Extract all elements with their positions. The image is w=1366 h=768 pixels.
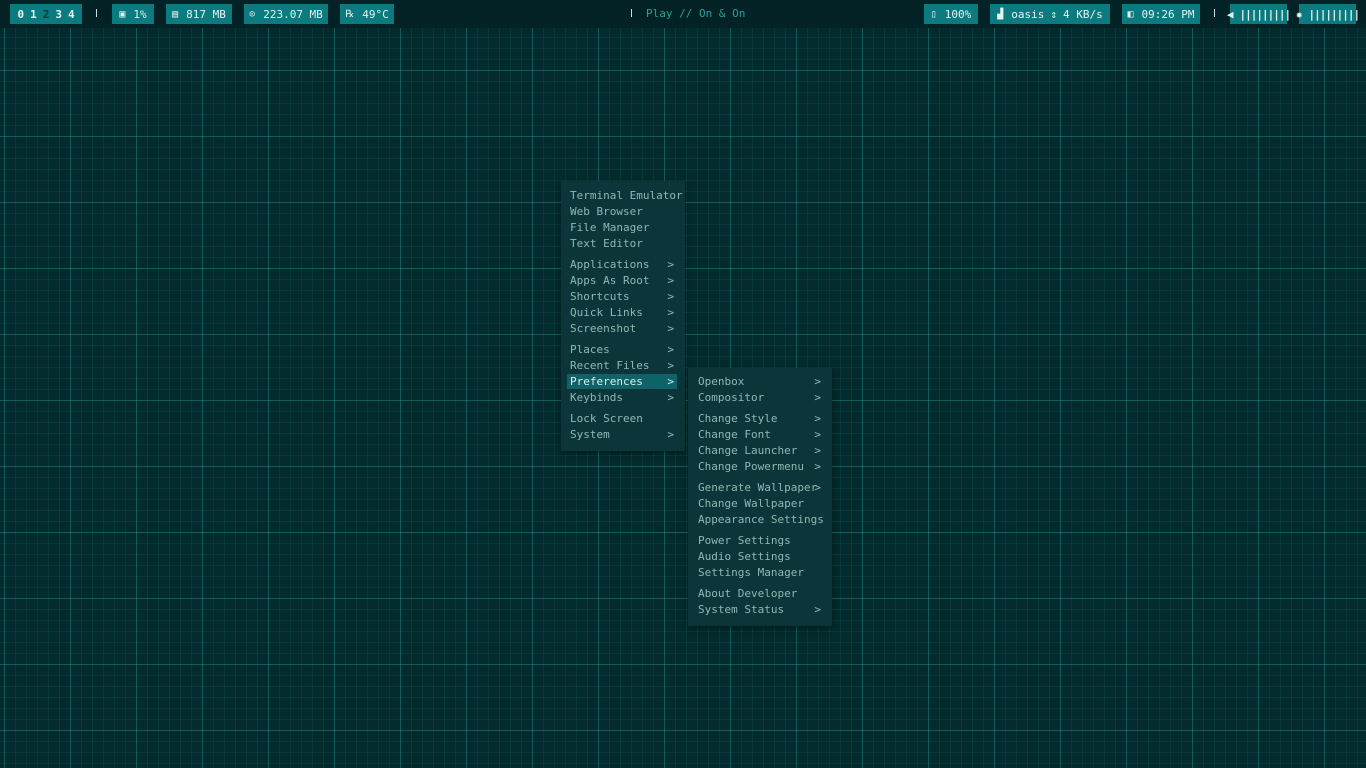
chevron-right-icon: > (814, 481, 821, 494)
memory-icon: ▤ (172, 8, 179, 20)
clock-icon: ◧ (1127, 8, 1134, 20)
menu-item-apps-as-root[interactable]: Apps As Root > (567, 273, 677, 288)
chevron-right-icon: > (667, 375, 674, 388)
chevron-right-icon: > (667, 290, 674, 303)
temperature-value: 49°C (362, 7, 389, 21)
separator (96, 9, 97, 17)
memory-module[interactable]: ▤ 817 MB (166, 4, 232, 24)
signal-icon: ▟ (997, 8, 1004, 20)
chevron-right-icon: > (814, 603, 821, 616)
menu-item-shortcuts[interactable]: Shortcuts > (567, 289, 677, 304)
menu-item-system[interactable]: System > (567, 427, 677, 442)
chevron-right-icon: > (814, 460, 821, 473)
battery-value: 100% (944, 7, 972, 21)
chevron-right-icon: > (814, 412, 821, 425)
disk-value: 223.07 MB (263, 7, 323, 21)
chevron-right-icon: > (667, 306, 674, 319)
chevron-right-icon: > (667, 343, 674, 356)
menu-item-places[interactable]: Places > (567, 342, 677, 357)
chevron-right-icon: > (667, 258, 674, 271)
chevron-right-icon: > (667, 428, 674, 441)
chevron-right-icon: > (814, 428, 821, 441)
chevron-right-icon: > (814, 444, 821, 457)
submenu-item-change-wallpaper[interactable]: Change Wallpaper (695, 496, 824, 511)
submenu-item-generate-wallpaper[interactable]: Generate Wallpaper > (695, 480, 824, 495)
submenu-item-system-status[interactable]: System Status > (695, 602, 824, 617)
clock-value: 09:26 PM (1141, 7, 1195, 21)
cpu-value: 1% (133, 7, 147, 21)
submenu-item-compositor[interactable]: Compositor > (695, 390, 824, 405)
cpu-icon: ▣ (119, 8, 126, 20)
separator (1214, 9, 1215, 17)
speaker-icon: ◀ (1226, 7, 1234, 21)
main-menu: Terminal Emulator Web Browser File Manag… (561, 181, 685, 451)
submenu-item-about-developer[interactable]: About Developer (695, 586, 824, 601)
chevron-right-icon: > (667, 391, 674, 404)
chevron-right-icon: > (667, 322, 674, 335)
brightness-module[interactable]: ✹ ||||||||| (1295, 4, 1360, 24)
menu-item-text-editor[interactable]: Text Editor (567, 236, 677, 251)
submenu-item-change-launcher[interactable]: Change Launcher > (695, 443, 824, 458)
menu-item-screenshot[interactable]: Screenshot > (567, 321, 677, 336)
submenu-item-change-font[interactable]: Change Font > (695, 427, 824, 442)
brightness-level: ||||||||| (1308, 7, 1361, 21)
battery-icon: ▯ (930, 8, 937, 20)
top-bar: 0 1 2 3 4 ▣ 1% ▤ 817 MB ⊙ 223.07 MB ℞ 49… (0, 0, 1366, 28)
cpu-module[interactable]: ▣ 1% (112, 4, 154, 24)
network-speed: 4 KB/s (1063, 7, 1103, 21)
menu-item-applications[interactable]: Applications > (567, 257, 677, 272)
network-ssid: oasis (1011, 7, 1045, 21)
workspace-4[interactable]: 4 (68, 8, 75, 21)
workspace-2[interactable]: 2 (43, 8, 50, 21)
submenu-item-appearance-settings[interactable]: Appearance Settings (695, 512, 824, 527)
brightness-icon: ✹ (1295, 7, 1303, 21)
chevron-right-icon: > (667, 359, 674, 372)
menu-item-terminal-emulator[interactable]: Terminal Emulator (567, 188, 683, 203)
menu-item-lock-screen[interactable]: Lock Screen (567, 411, 677, 426)
menu-item-recent-files[interactable]: Recent Files > (567, 358, 677, 373)
network-module[interactable]: ▟ oasis ⇕ 4 KB/s (990, 4, 1110, 24)
battery-module[interactable]: ▯ 100% (924, 4, 978, 24)
chevron-right-icon: > (667, 274, 674, 287)
workspace-3[interactable]: 3 (55, 8, 62, 21)
submenu-item-settings-manager[interactable]: Settings Manager (695, 565, 824, 580)
clock-module[interactable]: ◧ 09:26 PM (1122, 4, 1200, 24)
workspace-1[interactable]: 1 (30, 8, 37, 21)
disk-module[interactable]: ⊙ 223.07 MB (244, 4, 328, 24)
menu-item-preferences[interactable]: Preferences > (567, 374, 677, 389)
menu-item-keybinds[interactable]: Keybinds > (567, 390, 677, 405)
chevron-right-icon: > (814, 375, 821, 388)
memory-value: 817 MB (186, 7, 226, 21)
submenu-item-openbox[interactable]: Openbox > (695, 374, 824, 389)
preferences-submenu: Openbox > Compositor > Change Style > Ch… (688, 368, 832, 626)
volume-level: ||||||||| (1239, 7, 1292, 21)
submenu-item-change-powermenu[interactable]: Change Powermenu > (695, 459, 824, 474)
workspaces: 0 1 2 3 4 (10, 4, 82, 24)
submenu-item-power-settings[interactable]: Power Settings (695, 533, 824, 548)
media-title[interactable]: Play // On & On (646, 7, 745, 20)
submenu-item-change-style[interactable]: Change Style > (695, 411, 824, 426)
disk-icon: ⊙ (249, 8, 256, 20)
submenu-item-audio-settings[interactable]: Audio Settings (695, 549, 824, 564)
menu-item-quick-links[interactable]: Quick Links > (567, 305, 677, 320)
volume-module[interactable]: ◀ ||||||||| (1226, 4, 1291, 24)
menu-item-file-manager[interactable]: File Manager (567, 220, 677, 235)
separator (631, 9, 632, 17)
menu-item-web-browser[interactable]: Web Browser (567, 204, 677, 219)
temperature-module[interactable]: ℞ 49°C (340, 4, 394, 24)
chevron-right-icon: > (814, 391, 821, 404)
workspace-0[interactable]: 0 (17, 8, 24, 21)
up-down-arrows-icon: ⇕ (1050, 7, 1058, 21)
thermometer-icon: ℞ (345, 8, 355, 20)
